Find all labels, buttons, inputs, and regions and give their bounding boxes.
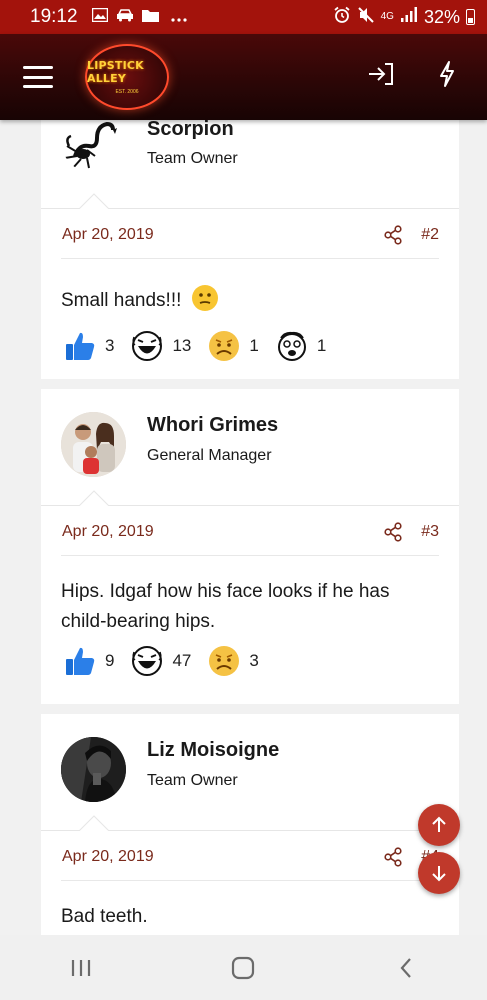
post-number[interactable]: #3 <box>421 523 439 541</box>
sad-icon <box>209 646 240 676</box>
reaction-sad[interactable]: 1 <box>207 329 259 363</box>
car-icon <box>116 8 134 26</box>
reaction-count: 3 <box>105 336 115 355</box>
post-username[interactable]: Whori Grimes <box>147 414 278 437</box>
post-date[interactable]: Apr 20, 2019 <box>62 848 154 866</box>
post-user-role: Team Owner <box>147 150 238 167</box>
mute-icon <box>357 6 375 28</box>
reaction-count: 9 <box>105 651 115 670</box>
share-icon[interactable] <box>383 847 403 867</box>
reaction-like[interactable]: 3 <box>63 329 114 363</box>
post-username[interactable]: Scorpion <box>147 118 234 141</box>
bolt-icon[interactable] <box>427 60 467 95</box>
reaction-laugh[interactable]: 47 <box>130 644 191 678</box>
post-user-block: Whori Grimes General Manager <box>41 389 459 506</box>
post-meta: Apr 20, 2019 #3 <box>61 506 439 556</box>
site-logo[interactable]: LIPSTICK ALLEY EST. 2006 <box>85 44 169 110</box>
reaction-count: 1 <box>249 336 259 355</box>
post-user-role: Team Owner <box>147 772 238 789</box>
avatar[interactable] <box>61 737 126 802</box>
post-user-block: Liz Moisoigne Team Owner <box>41 714 459 831</box>
home-icon[interactable] <box>213 948 273 988</box>
post-body: Hips. Idgaf how his face looks if he has… <box>61 581 390 632</box>
like-icon <box>66 647 95 675</box>
login-icon[interactable] <box>361 62 401 93</box>
reaction-shocked[interactable]: 1 <box>275 329 326 363</box>
post-user-role: General Manager <box>147 447 272 464</box>
post-meta: Apr 20, 2019 #2 <box>61 209 439 259</box>
post-notch <box>79 815 109 831</box>
post: Whori Grimes General Manager Apr 20, 201… <box>41 389 459 704</box>
reaction-count: 47 <box>172 651 192 670</box>
sad-icon <box>209 331 240 361</box>
menu-icon[interactable] <box>23 66 53 88</box>
folder-icon <box>141 8 159 26</box>
battery-icon <box>466 9 475 25</box>
avatar[interactable] <box>61 412 126 477</box>
reaction-bar: 3 13 1 1 <box>63 328 439 364</box>
like-icon <box>66 332 95 360</box>
confused-emoji-icon <box>191 285 218 311</box>
status-bar: 19:12 4G 32% <box>0 0 487 34</box>
post-meta: Apr 20, 2019 #4 <box>61 831 439 881</box>
post-body: Bad teeth. <box>61 906 148 927</box>
post-username[interactable]: Liz Moisoigne <box>147 739 279 762</box>
recents-icon[interactable] <box>51 948 111 988</box>
logo-subtext: EST. 2006 <box>115 89 139 95</box>
back-icon[interactable] <box>376 948 436 988</box>
post-number[interactable]: #2 <box>421 226 439 244</box>
scroll-down-button[interactable] <box>418 852 460 894</box>
logo-text: LIPSTICK ALLEY <box>87 59 144 85</box>
battery-percent: 32% <box>423 6 460 27</box>
post: Scorpion Team Owner Apr 20, 2019 #2 Smal… <box>41 86 459 379</box>
portrait-photo-icon <box>61 737 126 802</box>
alarm-icon <box>333 6 351 28</box>
status-time: 19:12 <box>30 6 78 27</box>
network-label: 4G <box>380 11 394 22</box>
reaction-count: 1 <box>316 336 327 355</box>
signal-icon <box>400 7 418 27</box>
laugh-icon <box>132 331 163 361</box>
reaction-bar: 9 47 3 <box>63 643 439 679</box>
share-icon[interactable] <box>383 225 403 245</box>
arrow-down-icon <box>432 866 446 882</box>
reaction-sad[interactable]: 3 <box>207 644 259 678</box>
image-icon <box>91 7 108 26</box>
reaction-laugh[interactable]: 13 <box>130 329 191 363</box>
post: Liz Moisoigne Team Owner Apr 20, 2019 #4… <box>41 714 459 935</box>
arrow-up-icon <box>432 816 446 832</box>
share-icon[interactable] <box>383 522 403 542</box>
post-date[interactable]: Apr 20, 2019 <box>62 226 154 244</box>
more-icon <box>170 9 187 26</box>
post-notch <box>79 193 109 209</box>
post-date[interactable]: Apr 20, 2019 <box>62 523 154 541</box>
laugh-icon <box>132 646 163 676</box>
scroll-up-button[interactable] <box>418 804 460 846</box>
app-bar: LIPSTICK ALLEY EST. 2006 <box>0 34 487 120</box>
reaction-like[interactable]: 9 <box>63 644 114 678</box>
post-body-text: Small hands!!! <box>61 290 182 311</box>
post-body: Small hands!!! <box>61 259 439 316</box>
reaction-count: 13 <box>172 336 192 355</box>
system-nav-bar <box>0 935 487 1000</box>
family-photo-icon <box>61 412 126 477</box>
reaction-count: 3 <box>249 651 259 670</box>
shocked-icon <box>277 331 306 361</box>
post-notch <box>79 490 109 506</box>
